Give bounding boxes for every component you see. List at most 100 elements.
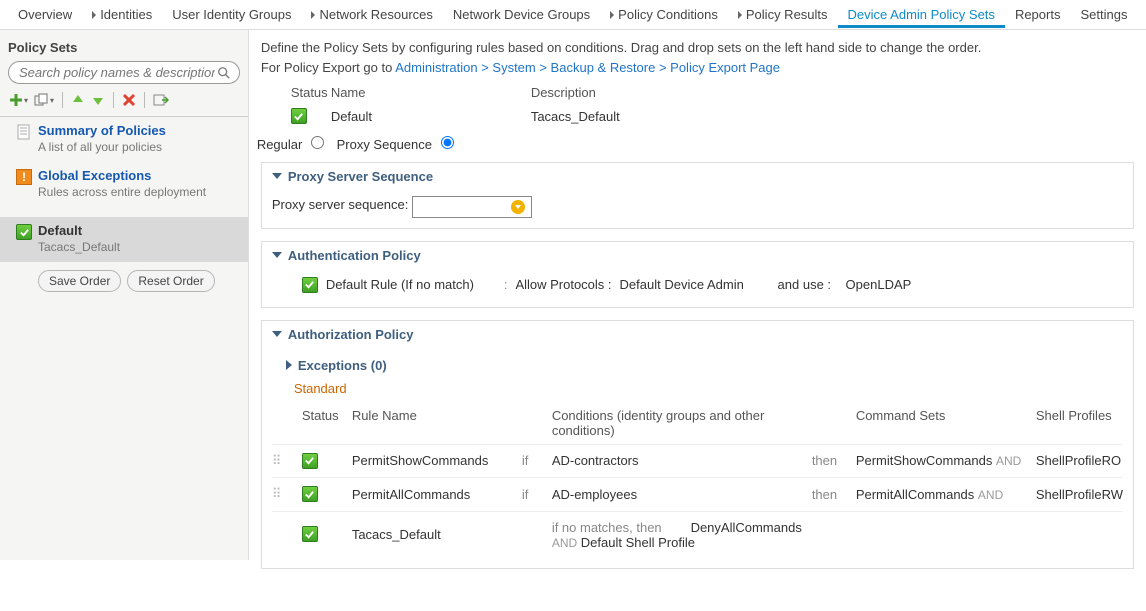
global-sub: Rules across entire deployment: [38, 185, 238, 199]
rule-shell: ShellProfileRO: [1036, 453, 1123, 468]
authz-row: ⠿ PermitShowCommands if AD-contractors t…: [272, 444, 1123, 478]
rule-cond: AD-contractors: [552, 453, 812, 468]
check-icon: [291, 108, 307, 124]
nav-network-resources[interactable]: Network Resources: [301, 3, 442, 26]
caret-right-icon: [738, 11, 742, 19]
nav-identities[interactable]: Identities: [82, 3, 162, 26]
move-down-button[interactable]: [91, 93, 105, 107]
authz-default-row: Tacacs_Default if no matches, then DenyA…: [272, 511, 1123, 558]
main-content: Define the Policy Sets by configuring ru…: [249, 30, 1146, 611]
global-title: Global Exceptions: [38, 168, 238, 183]
duplicate-button[interactable]: ▾: [34, 93, 54, 107]
policy-export-link[interactable]: Administration > System > Backup & Resto…: [395, 60, 780, 75]
caret-down-icon: [272, 173, 282, 179]
sidebar-global-exceptions[interactable]: ! Global Exceptions Rules across entire …: [0, 162, 248, 207]
caret-down-icon: [272, 252, 282, 258]
authn-panel: Authentication Policy Default Rule (If n…: [261, 241, 1134, 308]
caret-right-icon: [286, 360, 292, 370]
policyset-row: Default Tacacs_Default: [261, 104, 1134, 129]
rule-shell: Default Shell Profile: [581, 535, 695, 550]
caret-right-icon: [92, 11, 96, 19]
search-input-wrapper[interactable]: [8, 61, 240, 84]
radio-regular[interactable]: [311, 136, 324, 149]
description: Define the Policy Sets by configuring ru…: [261, 38, 1134, 77]
authn-panel-header[interactable]: Authentication Policy: [262, 242, 1133, 269]
save-order-button[interactable]: Save Order: [38, 270, 121, 292]
authn-anduse: and use :: [778, 277, 838, 292]
authn-protocol: Default Device Admin: [620, 277, 770, 292]
mode-radios: Regular Proxy Sequence: [257, 133, 1134, 152]
summary-title: Summary of Policies: [38, 123, 238, 138]
dropdown-icon: [511, 200, 525, 214]
caret-right-icon: [610, 11, 614, 19]
order-buttons: Save Order Reset Order: [0, 262, 248, 300]
search-icon: [217, 66, 231, 80]
authn-rule-name: Default Rule (If no match): [326, 277, 496, 292]
rule-cmd: DenyAllCommands: [691, 520, 802, 535]
check-icon: [16, 224, 32, 241]
default-title: Default: [38, 223, 238, 238]
authz-panel: Authorization Policy Exceptions (0) Stan…: [261, 320, 1134, 569]
rule-cond: AD-employees: [552, 487, 812, 502]
authz-standard-label: Standard: [272, 379, 1123, 404]
sidebar: Policy Sets ▾ ▾ Summary of Policies A li…: [0, 30, 249, 560]
rule-cmd: PermitAllCommands: [856, 487, 974, 502]
sidebar-policyset-default[interactable]: Default Tacacs_Default: [0, 217, 248, 262]
reset-order-button[interactable]: Reset Order: [127, 270, 214, 292]
radio-regular-label[interactable]: Regular: [257, 137, 327, 152]
rule-shell: ShellProfileRW: [1036, 487, 1123, 502]
row-desc: Tacacs_Default: [531, 109, 1134, 124]
check-icon: [302, 277, 318, 293]
proxy-panel-header[interactable]: Proxy Server Sequence: [262, 163, 1133, 190]
radio-proxy[interactable]: [441, 136, 454, 149]
submit-button[interactable]: [153, 93, 169, 107]
caret-down-icon: [272, 331, 282, 337]
sidebar-summary[interactable]: Summary of Policies A list of all your p…: [0, 117, 248, 162]
authn-default-rule: Default Rule (If no match) : Allow Proto…: [262, 269, 1133, 301]
move-up-button[interactable]: [71, 93, 85, 107]
top-nav: Overview Identities User Identity Groups…: [0, 0, 1146, 30]
nav-policy-results[interactable]: Policy Results: [728, 3, 838, 26]
sidebar-toolbar: ▾ ▾: [0, 90, 248, 117]
check-icon: [302, 453, 318, 469]
search-input[interactable]: [17, 64, 217, 81]
sidebar-title: Policy Sets: [0, 38, 248, 59]
check-icon: [302, 526, 318, 542]
warning-icon: !: [16, 169, 32, 185]
nav-overview[interactable]: Overview: [8, 3, 82, 26]
row-name: Default: [331, 109, 531, 124]
th-name: Name: [331, 85, 531, 100]
rule-cmd: PermitShowCommands: [856, 453, 993, 468]
nav-settings[interactable]: Settings: [1070, 3, 1137, 26]
radio-proxy-label[interactable]: Proxy Sequence: [337, 137, 457, 152]
authz-row: ⠿ PermitAllCommands if AD-employees then…: [272, 477, 1123, 511]
nav-reports[interactable]: Reports: [1005, 3, 1071, 26]
nav-device-admin-policy-sets[interactable]: Device Admin Policy Sets: [838, 3, 1005, 28]
authn-store: OpenLDAP: [846, 277, 912, 292]
add-button[interactable]: ▾: [8, 92, 28, 108]
th-status: Status: [261, 85, 331, 100]
delete-button[interactable]: [122, 93, 136, 107]
caret-right-icon: [311, 11, 315, 19]
nav-user-identity-groups[interactable]: User Identity Groups: [162, 3, 301, 26]
authz-panel-header[interactable]: Authorization Policy: [262, 321, 1133, 348]
proxy-seq-label: Proxy server sequence:: [272, 197, 409, 212]
rule-name: Tacacs_Default: [352, 527, 522, 542]
summary-sub: A list of all your policies: [38, 140, 238, 154]
policyset-header-row: Status Name Description: [261, 81, 1134, 104]
default-sub: Tacacs_Default: [38, 240, 238, 254]
th-desc: Description: [531, 85, 1134, 100]
authz-table-header: Status Rule Name Conditions (identity gr…: [272, 404, 1123, 444]
document-icon: [16, 124, 32, 140]
authn-allow-label: Allow Protocols :: [515, 277, 611, 292]
drag-handle-icon[interactable]: ⠿: [272, 453, 280, 468]
check-icon: [302, 486, 318, 502]
rule-name: PermitShowCommands: [352, 453, 522, 468]
proxy-panel: Proxy Server Sequence Proxy server seque…: [261, 162, 1134, 229]
nav-network-device-groups[interactable]: Network Device Groups: [443, 3, 600, 26]
proxy-seq-select[interactable]: [412, 196, 532, 218]
authz-exceptions[interactable]: Exceptions (0): [272, 354, 1123, 379]
drag-handle-icon[interactable]: ⠿: [272, 486, 280, 501]
rule-name: PermitAllCommands: [352, 487, 522, 502]
nav-policy-conditions[interactable]: Policy Conditions: [600, 3, 728, 26]
